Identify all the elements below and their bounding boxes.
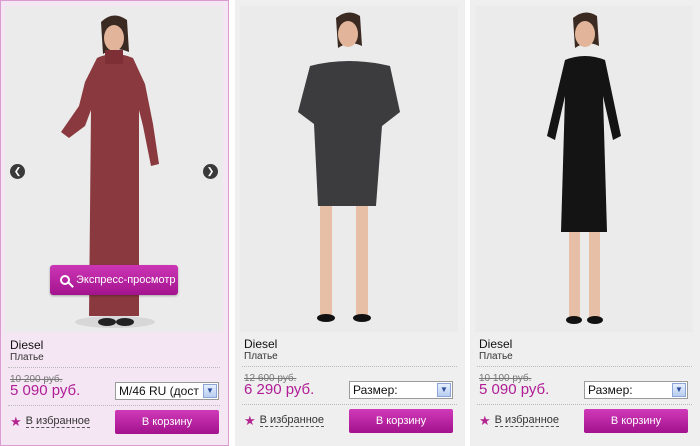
star-icon: ★ <box>479 413 491 428</box>
product-brand[interactable]: Diesel <box>10 338 43 352</box>
size-select-value: Размер: <box>588 383 633 397</box>
product-card-2[interactable]: Diesel Платье 12 600 руб. 6 290 руб. Раз… <box>235 0 465 446</box>
add-to-favorites-link[interactable]: ★ В избранное <box>10 414 91 429</box>
star-icon: ★ <box>10 414 22 429</box>
add-to-favorites-link[interactable]: ★ В избранное <box>244 413 325 428</box>
divider <box>242 404 457 405</box>
size-select[interactable]: M/46 RU (дост ▼ <box>115 382 219 400</box>
chevron-down-icon: ▼ <box>672 383 686 397</box>
product-card-1[interactable]: ❮ ❯ Экспресс-просмотр Diesel Платье 10 2… <box>0 0 229 446</box>
add-to-cart-button[interactable]: В корзину <box>115 410 219 434</box>
favorites-label: В избранное <box>25 415 91 428</box>
favorites-label: В избранное <box>259 414 325 427</box>
prev-photo-button[interactable]: ❮ <box>10 164 25 179</box>
current-price: 5 090 руб. <box>10 382 81 399</box>
size-select[interactable]: Размер: ▼ <box>349 381 453 399</box>
quick-view-button[interactable]: Экспресс-просмотр <box>50 265 178 295</box>
product-type: Платье <box>244 351 278 362</box>
quick-view-label: Экспресс-просмотр <box>76 274 176 286</box>
next-photo-button[interactable]: ❯ <box>203 164 218 179</box>
chevron-down-icon: ▼ <box>203 384 217 398</box>
add-to-cart-button[interactable]: В корзину <box>584 409 688 433</box>
model-dress-knee <box>475 6 693 332</box>
star-icon: ★ <box>244 413 256 428</box>
chevron-down-icon: ▼ <box>437 383 451 397</box>
product-type: Платье <box>479 351 513 362</box>
favorites-label: В избранное <box>494 414 560 427</box>
divider <box>477 366 692 367</box>
divider <box>8 367 220 368</box>
size-select[interactable]: Размер: ▼ <box>584 381 688 399</box>
model-dress-short <box>240 6 458 332</box>
product-photo[interactable] <box>240 6 458 332</box>
chevron-right-icon: ❯ <box>206 166 215 176</box>
divider <box>242 366 457 367</box>
divider <box>8 405 220 406</box>
chevron-left-icon: ❮ <box>13 166 22 176</box>
product-brand[interactable]: Diesel <box>479 337 512 351</box>
current-price: 5 090 руб. <box>479 381 550 398</box>
divider <box>477 404 692 405</box>
add-to-cart-button[interactable]: В корзину <box>349 409 453 433</box>
magnifier-icon <box>60 275 70 285</box>
product-card-3[interactable]: Diesel Платье 10 100 руб. 5 090 руб. Раз… <box>470 0 700 446</box>
product-type: Платье <box>10 352 44 363</box>
size-select-value: Размер: <box>353 383 398 397</box>
size-select-value: M/46 RU (дост <box>119 384 199 398</box>
current-price: 6 290 руб. <box>244 381 315 398</box>
product-brand[interactable]: Diesel <box>244 337 277 351</box>
add-to-favorites-link[interactable]: ★ В избранное <box>479 413 560 428</box>
product-photo[interactable] <box>475 6 693 332</box>
